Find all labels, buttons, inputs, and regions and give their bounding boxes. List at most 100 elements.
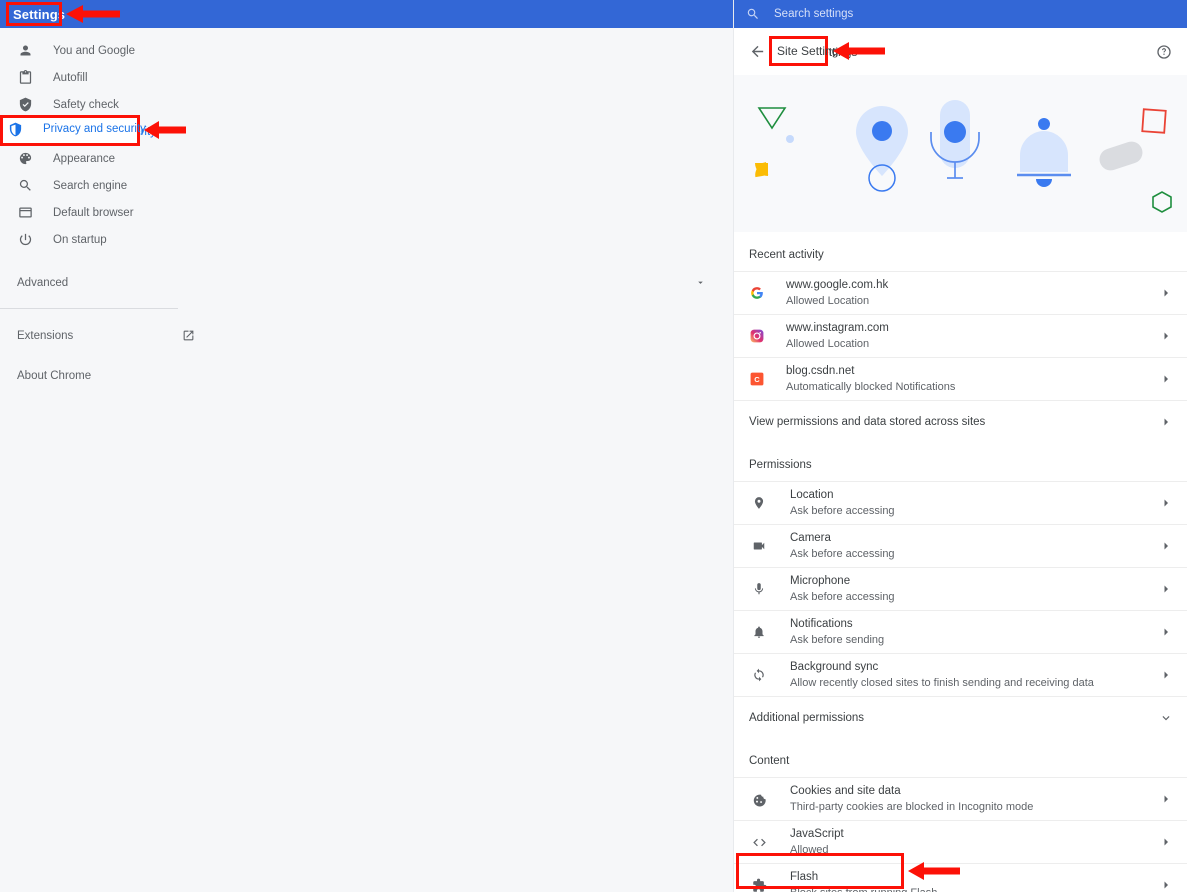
blue-dot bbox=[786, 135, 794, 143]
chevron-right-icon bbox=[1159, 416, 1173, 428]
permissions-heading: Permissions bbox=[734, 442, 1187, 481]
recent-activity-heading: Recent activity bbox=[734, 232, 1187, 271]
content-row-flash[interactable]: Flash Block sites from running Flash bbox=[734, 863, 1187, 892]
arrow-left-icon[interactable] bbox=[748, 43, 766, 61]
row-text: Flash Block sites from running Flash bbox=[790, 870, 1159, 892]
content-status: Allowed bbox=[790, 843, 1159, 858]
sidebar-item-search-engine[interactable]: Search engine bbox=[0, 172, 733, 199]
sidebar-nav: You and Google Autofill Safety check Pri… bbox=[0, 37, 733, 389]
row-text: Camera Ask before accessing bbox=[790, 531, 1159, 562]
browser-window-icon bbox=[17, 205, 33, 221]
search-icon bbox=[17, 178, 33, 194]
power-icon bbox=[17, 232, 33, 248]
search-input[interactable] bbox=[774, 8, 1074, 20]
permission-row-camera[interactable]: Camera Ask before accessing bbox=[734, 524, 1187, 567]
content-heading: Content bbox=[734, 738, 1187, 777]
chevron-down-icon bbox=[692, 275, 708, 291]
chevron-right-icon bbox=[1159, 626, 1173, 638]
sidebar-item-extensions[interactable]: Extensions bbox=[0, 322, 196, 349]
bell-icon-top bbox=[1038, 118, 1050, 130]
palette-icon bbox=[17, 151, 33, 167]
permission-row-notifications[interactable]: Notifications Ask before sending bbox=[734, 610, 1187, 653]
row-text: JavaScript Allowed bbox=[790, 827, 1159, 858]
sidebar-item-label: Default browser bbox=[53, 207, 134, 219]
external-link-icon bbox=[180, 328, 196, 344]
chevron-right-icon bbox=[1159, 287, 1173, 299]
clipboard-icon bbox=[17, 70, 33, 86]
content-title: Flash bbox=[790, 870, 1159, 885]
view-all-permissions-row[interactable]: View permissions and data stored across … bbox=[734, 400, 1187, 442]
search-icon bbox=[746, 7, 760, 21]
person-icon bbox=[17, 43, 33, 59]
red-square bbox=[1142, 109, 1165, 132]
permission-row-background-sync[interactable]: Background sync Allow recently closed si… bbox=[734, 653, 1187, 696]
sidebar-item-on-startup[interactable]: On startup bbox=[0, 226, 733, 253]
sidebar-item-appearance[interactable]: Appearance bbox=[0, 145, 733, 172]
permission-row-microphone[interactable]: Microphone Ask before accessing bbox=[734, 567, 1187, 610]
site-name: blog.csdn.net bbox=[786, 364, 1159, 379]
instagram-favicon bbox=[749, 328, 765, 344]
row-text: Background sync Allow recently closed si… bbox=[790, 660, 1159, 691]
site-status: Automatically blocked Notifications bbox=[786, 380, 1159, 395]
additional-permissions-label: Additional permissions bbox=[749, 712, 1159, 724]
sidebar-header: Settings bbox=[0, 0, 733, 28]
additional-permissions-row[interactable]: Additional permissions bbox=[734, 696, 1187, 738]
sidebar-item-safety-check[interactable]: Safety check bbox=[0, 91, 733, 118]
chevron-right-icon bbox=[1159, 793, 1173, 805]
chevron-right-icon bbox=[1159, 669, 1173, 681]
table-row[interactable]: C blog.csdn.net Automatically blocked No… bbox=[734, 357, 1187, 400]
chevron-right-icon bbox=[1159, 330, 1173, 342]
row-text: Notifications Ask before sending bbox=[790, 617, 1159, 648]
svg-text:C: C bbox=[754, 375, 760, 384]
sidebar-item-you-and-google[interactable]: You and Google bbox=[0, 37, 733, 64]
sidebar-item-advanced[interactable]: Advanced bbox=[0, 269, 733, 296]
table-row[interactable]: www.google.com.hk Allowed Location bbox=[734, 271, 1187, 314]
content-status: Block sites from running Flash bbox=[790, 886, 1159, 892]
sidebar-item-label: Search engine bbox=[53, 180, 127, 192]
permission-title: Microphone bbox=[790, 574, 1159, 589]
sidebar-item-label: Safety check bbox=[53, 99, 119, 111]
cookie-icon bbox=[749, 792, 769, 807]
row-text: Cookies and site data Third-party cookie… bbox=[790, 784, 1159, 815]
sidebar-item-label: Privacy and security bbox=[53, 126, 156, 138]
permission-row-location[interactable]: Location Ask before accessing bbox=[734, 481, 1187, 524]
table-row[interactable]: www.instagram.com Allowed Location bbox=[734, 314, 1187, 357]
permission-title: Background sync bbox=[790, 660, 1159, 675]
sidebar-item-label: On startup bbox=[53, 234, 107, 246]
sidebar-item-label: Autofill bbox=[53, 72, 88, 84]
site-settings-banner bbox=[734, 75, 1187, 232]
shield-check-icon bbox=[17, 97, 33, 113]
permission-status: Ask before accessing bbox=[790, 590, 1159, 605]
site-name: www.instagram.com bbox=[786, 321, 1159, 336]
search-bar[interactable] bbox=[734, 0, 1187, 28]
sidebar-item-privacy-and-security[interactable]: Privacy and security bbox=[0, 118, 733, 145]
permission-title: Camera bbox=[790, 531, 1159, 546]
help-circle-icon[interactable] bbox=[1155, 43, 1173, 61]
view-all-permissions-label: View permissions and data stored across … bbox=[749, 416, 1159, 428]
site-status: Allowed Location bbox=[786, 294, 1159, 309]
chevron-right-icon bbox=[1159, 540, 1173, 552]
google-favicon bbox=[749, 285, 765, 301]
sidebar-item-autofill[interactable]: Autofill bbox=[0, 64, 733, 91]
content-row-javascript[interactable]: JavaScript Allowed bbox=[734, 820, 1187, 863]
puzzle-piece-icon bbox=[749, 878, 769, 892]
sidebar-advanced-label: Advanced bbox=[17, 277, 68, 289]
sidebar-item-default-browser[interactable]: Default browser bbox=[0, 199, 733, 226]
row-text: Location Ask before accessing bbox=[790, 488, 1159, 519]
sidebar-item-about-chrome[interactable]: About Chrome bbox=[0, 362, 196, 389]
permission-status: Ask before accessing bbox=[790, 504, 1159, 519]
content-row-cookies[interactable]: Cookies and site data Third-party cookie… bbox=[734, 777, 1187, 820]
chevron-down-icon bbox=[1159, 711, 1173, 725]
green-hexagon bbox=[1153, 192, 1171, 212]
permission-title: Location bbox=[790, 488, 1159, 503]
settings-sidebar: Settings You and Google Autofill Safety bbox=[0, 0, 733, 892]
permission-status: Ask before sending bbox=[790, 633, 1159, 648]
row-text: blog.csdn.net Automatically blocked Noti… bbox=[786, 364, 1159, 395]
chevron-right-icon bbox=[1159, 373, 1173, 385]
content-status: Third-party cookies are blocked in Incog… bbox=[790, 800, 1159, 815]
bell-icon bbox=[1020, 131, 1068, 172]
site-settings-title: Site Settings bbox=[790, 45, 857, 59]
content-title: JavaScript bbox=[790, 827, 1159, 842]
site-status: Allowed Location bbox=[786, 337, 1159, 352]
site-settings-header: Site Settings bbox=[734, 28, 1187, 75]
